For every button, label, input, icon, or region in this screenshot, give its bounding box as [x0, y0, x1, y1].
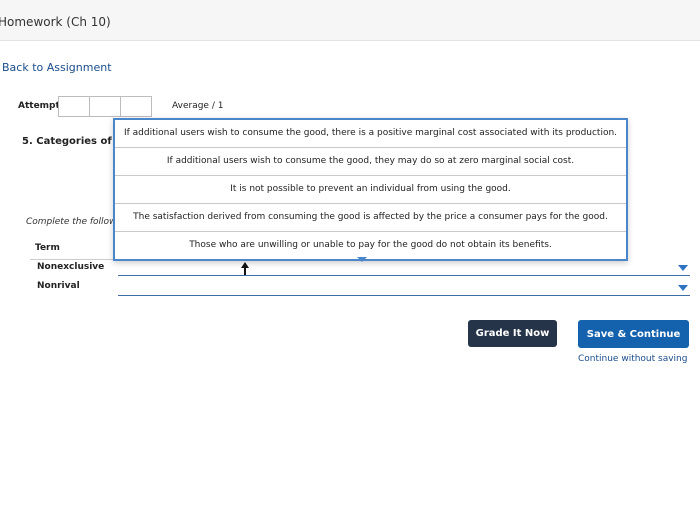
question-instructions: Complete the followi: [26, 217, 118, 227]
term-nonrival: Nonrival: [37, 281, 80, 291]
dropdown-option[interactable]: The satisfaction derived from consuming …: [115, 204, 626, 232]
term-nonexclusive: Nonexclusive: [37, 262, 105, 272]
attempt-box: [120, 96, 152, 117]
divider: [30, 259, 120, 260]
attempts-indicator: [58, 96, 152, 117]
question-title: 5. Categories of go: [22, 136, 118, 147]
attempt-box: [89, 96, 121, 117]
nonexclusive-select[interactable]: [118, 262, 690, 276]
dropdown-option[interactable]: It is not possible to prevent an individ…: [115, 176, 626, 204]
dropdown-option[interactable]: If additional users wish to consume the …: [115, 148, 626, 176]
page-title: Homework (Ch 10): [0, 15, 111, 29]
definition-dropdown-menu: If additional users wish to consume the …: [113, 118, 628, 261]
nonrival-select[interactable]: [118, 282, 690, 296]
attempt-box: [58, 96, 90, 117]
save-and-continue-button[interactable]: Save & Continue: [578, 320, 689, 348]
term-column-header: Term: [35, 243, 60, 253]
caret-down-icon: [678, 285, 688, 291]
continue-without-saving-link[interactable]: Continue without saving: [578, 354, 687, 364]
dropdown-option[interactable]: If additional users wish to consume the …: [115, 120, 626, 148]
back-to-assignment-link[interactable]: Back to Assignment: [2, 61, 112, 74]
dropdown-option[interactable]: Those who are unwilling or unable to pay…: [115, 232, 626, 258]
dropdown-pointer-icon: [357, 257, 367, 262]
top-bar: Homework (Ch 10): [0, 0, 700, 41]
mouse-cursor-icon: [241, 262, 249, 275]
average-label: Average / 1: [172, 101, 224, 111]
caret-down-icon: [678, 265, 688, 271]
grade-it-now-button[interactable]: Grade It Now: [468, 320, 557, 347]
